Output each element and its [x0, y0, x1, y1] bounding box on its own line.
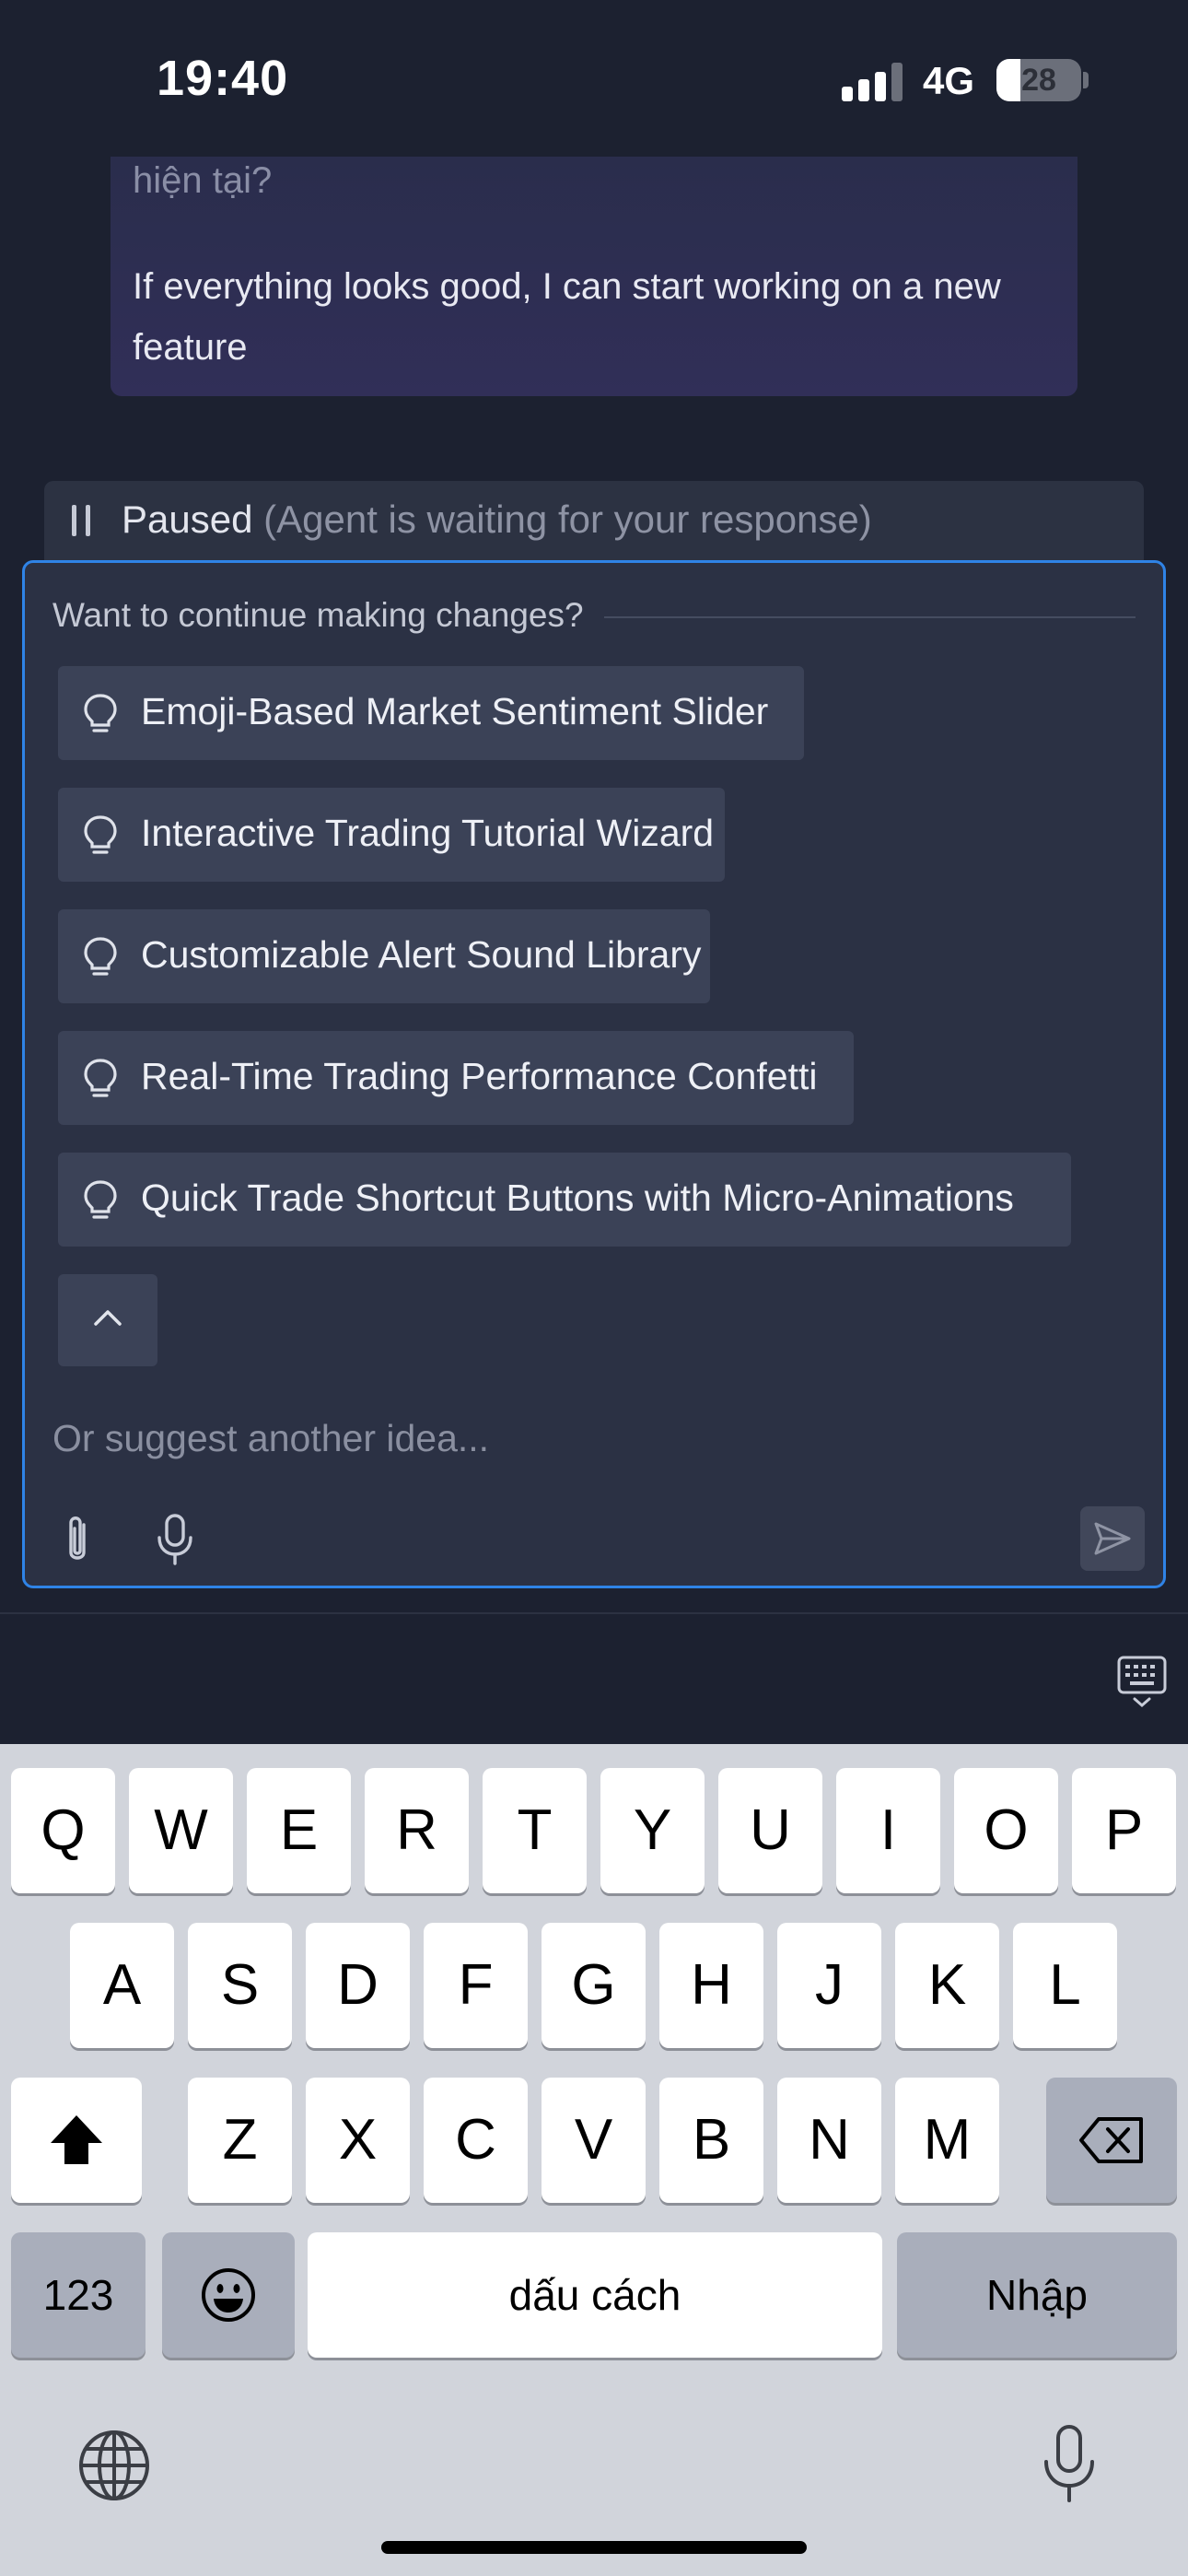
key-k[interactable]: K [895, 1923, 999, 2048]
chevron-up-icon [94, 1310, 122, 1326]
lightbulb-icon [84, 1059, 117, 1097]
keyboard-dismiss-icon[interactable] [1116, 1655, 1168, 1708]
lightbulb-icon [84, 1180, 117, 1219]
suggestion-label: Interactive Trading Tutorial Wizard [141, 812, 715, 854]
suggestion-chip[interactable]: Interactive Trading Tutorial Wizard [58, 788, 725, 882]
key-r[interactable]: R [365, 1768, 469, 1893]
paused-detail: (Agent is waiting for your response) [263, 498, 872, 541]
status-bar: 19:40 4G 28 [0, 0, 1188, 157]
lightbulb-icon [84, 937, 117, 976]
suggestion-label: Customizable Alert Sound Library [141, 933, 702, 976]
suggestion-chip[interactable]: Quick Trade Shortcut Buttons with Micro-… [58, 1153, 1071, 1247]
dictation-microphone-icon[interactable] [1041, 2423, 1098, 2506]
key-d[interactable]: D [306, 1923, 410, 2048]
lightbulb-icon [84, 815, 117, 854]
idea-input[interactable] [52, 1411, 1066, 1466]
lightbulb-icon [84, 694, 117, 732]
keyboard: Q W E R T Y U I O P A S D F G H J K L Z … [0, 1744, 1188, 2576]
backspace-icon [1079, 2117, 1143, 2163]
key-f[interactable]: F [424, 1923, 528, 2048]
key-y[interactable]: Y [600, 1768, 705, 1893]
key-n[interactable]: N [777, 2078, 881, 2203]
key-j[interactable]: J [777, 1923, 881, 2048]
collapse-suggestions-button[interactable] [58, 1274, 157, 1366]
delete-key[interactable] [1046, 2078, 1177, 2203]
assistant-message: hiện tại? If everything looks good, I ca… [111, 157, 1077, 396]
suggestion-label: Real-Time Trading Performance Confetti [141, 1055, 818, 1097]
battery-icon: 28 [996, 59, 1081, 101]
suggestions-panel: Want to continue making changes? Emoji-B… [22, 560, 1166, 1588]
pause-icon [72, 505, 92, 538]
suggestion-label: Quick Trade Shortcut Buttons with Micro-… [141, 1177, 1014, 1219]
key-v[interactable]: V [542, 2078, 646, 2203]
shift-key[interactable] [11, 2078, 142, 2203]
message-previous-line: hiện tại? [133, 160, 273, 201]
key-w[interactable]: W [129, 1768, 233, 1893]
paused-label: Paused [122, 498, 253, 541]
key-u[interactable]: U [718, 1768, 822, 1893]
paused-status: Paused (Agent is waiting for your respon… [122, 498, 872, 542]
key-h[interactable]: H [659, 1923, 763, 2048]
suggestion-chip[interactable]: Real-Time Trading Performance Confetti [58, 1031, 854, 1125]
composer-divider [0, 1612, 1188, 1614]
key-t[interactable]: T [483, 1768, 587, 1893]
shift-icon [51, 2115, 102, 2164]
space-key[interactable]: dấu cách [308, 2232, 882, 2358]
paperclip-icon[interactable] [52, 1512, 102, 1569]
globe-icon[interactable] [77, 2429, 151, 2502]
key-a[interactable]: A [70, 1923, 174, 2048]
key-i[interactable]: I [836, 1768, 940, 1893]
suggestion-label: Emoji-Based Market Sentiment Slider [141, 690, 769, 732]
key-l[interactable]: L [1013, 1923, 1117, 2048]
network-type: 4G [923, 59, 975, 102]
suggestion-chip[interactable]: Customizable Alert Sound Library [58, 909, 710, 1003]
key-z[interactable]: Z [188, 2078, 292, 2203]
key-m[interactable]: M [895, 2078, 999, 2203]
cellular-signal-icon [842, 63, 903, 101]
message-text: If everything looks good, I can start wo… [133, 266, 1001, 368]
key-x[interactable]: X [306, 2078, 410, 2203]
home-indicator[interactable] [381, 2541, 807, 2554]
key-e[interactable]: E [247, 1768, 351, 1893]
status-time: 19:40 [157, 51, 289, 106]
suggestions-heading: Want to continue making changes? [52, 596, 604, 635]
emoji-icon [202, 2268, 255, 2322]
key-g[interactable]: G [542, 1923, 646, 2048]
send-button[interactable] [1080, 1506, 1145, 1571]
battery-tip [1083, 72, 1089, 88]
numbers-key[interactable]: 123 [11, 2232, 146, 2358]
key-p[interactable]: P [1072, 1768, 1176, 1893]
send-icon [1094, 1522, 1131, 1555]
microphone-icon[interactable] [150, 1510, 200, 1569]
key-o[interactable]: O [954, 1768, 1058, 1893]
key-c[interactable]: C [424, 2078, 528, 2203]
suggestion-chip[interactable]: Emoji-Based Market Sentiment Slider [58, 666, 804, 760]
suggestions-header: Want to continue making changes? [52, 596, 1136, 642]
battery-level: 28 [1021, 63, 1056, 98]
emoji-key[interactable] [162, 2232, 295, 2358]
key-q[interactable]: Q [11, 1768, 115, 1893]
paused-status-bar: Paused (Agent is waiting for your respon… [44, 481, 1144, 569]
key-s[interactable]: S [188, 1923, 292, 2048]
heading-divider [596, 616, 1136, 618]
return-key[interactable]: Nhập [897, 2232, 1177, 2358]
key-b[interactable]: B [659, 2078, 763, 2203]
